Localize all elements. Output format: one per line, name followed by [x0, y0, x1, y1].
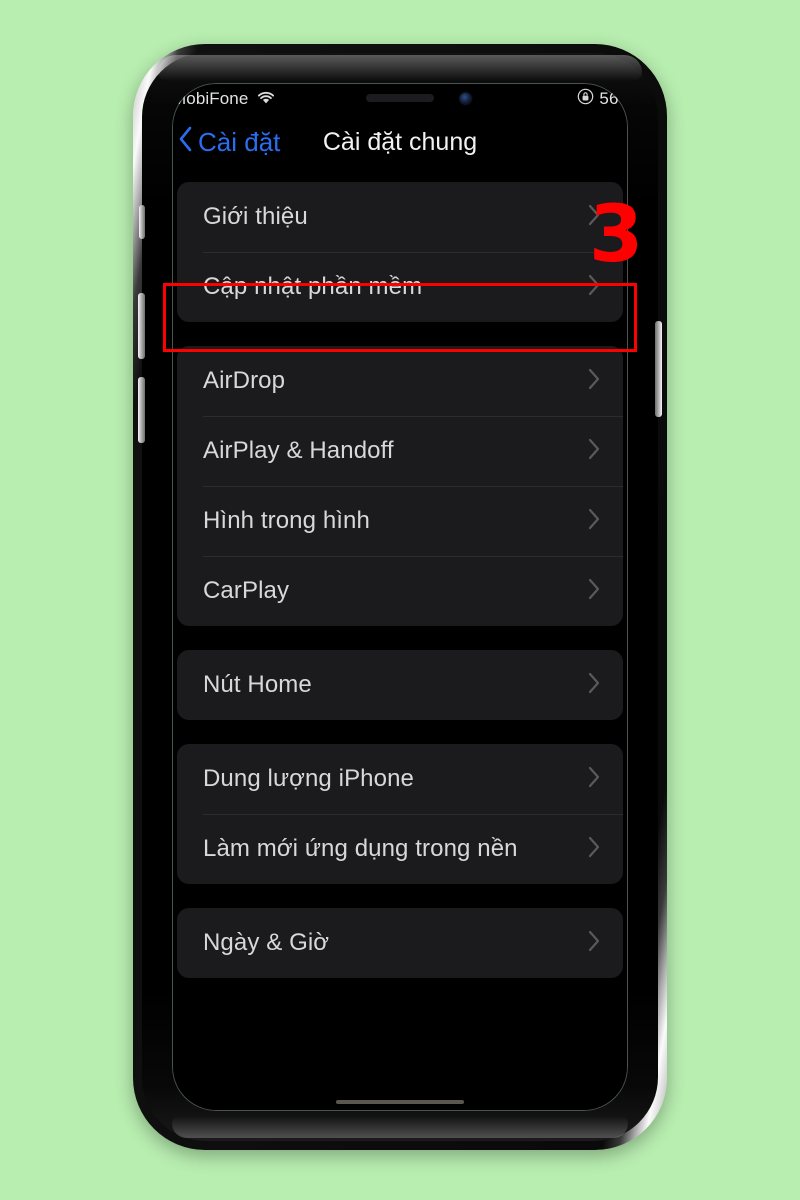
list-item[interactable]: Hình trong hình [177, 486, 623, 556]
bezel-gloss-top [158, 55, 642, 81]
group-gap [172, 884, 628, 908]
list-item-label: AirPlay & Handoff [203, 437, 394, 464]
group-sharing: AirDrop AirPlay & Handoff Hình trong hình C… [177, 346, 623, 626]
power-button[interactable] [655, 321, 662, 417]
bezel-gloss-bottom [172, 1116, 628, 1138]
group-home-button: Nút Home [177, 650, 623, 720]
settings-list[interactable]: Giới thiệu Cập nhật phần mềm AirDrop AirPla… [172, 169, 628, 1111]
chevron-right-icon [588, 672, 601, 699]
home-indicator[interactable] [336, 1100, 464, 1104]
list-item-label: Làm mới ứng dụng trong nền [203, 835, 518, 862]
battery-percentage-label: 56% [599, 89, 628, 108]
list-item-label: Hình trong hình [203, 507, 370, 534]
list-item[interactable]: Dung lượng iPhone [177, 744, 623, 814]
earpiece-speaker [366, 94, 434, 102]
volume-up-button[interactable] [138, 293, 145, 359]
list-item[interactable]: AirDrop [177, 346, 623, 416]
chevron-left-icon [178, 126, 193, 159]
status-bar-right: 56% [577, 88, 628, 110]
list-item[interactable]: Cập nhật phần mềm [177, 252, 623, 322]
chevron-right-icon [588, 508, 601, 535]
front-camera-icon [460, 93, 471, 104]
list-item-label: Dung lượng iPhone [203, 765, 414, 792]
group-gap [172, 720, 628, 744]
status-bar-left: MobiFone [172, 89, 277, 110]
display-notch [291, 83, 509, 115]
navigation-bar: Cài đặt Cài đặt chung [172, 115, 628, 169]
chevron-right-icon [588, 836, 601, 863]
list-item-label: AirDrop [203, 367, 286, 394]
chevron-right-icon [588, 368, 601, 395]
chevron-right-icon [588, 766, 601, 793]
phone-screen: MobiFone 56 Cài đặt Cài đặt chung Giới t… [172, 83, 628, 1111]
list-item[interactable]: Nút Home [177, 650, 623, 720]
chevron-right-icon [588, 274, 601, 301]
carrier-label: MobiFone [172, 89, 249, 108]
list-item[interactable]: Giới thiệu [177, 182, 623, 252]
chevron-right-icon [588, 438, 601, 465]
group-storage: Dung lượng iPhone Làm mới ứng dụng trong … [177, 744, 623, 884]
list-item-label: Cập nhật phần mềm [203, 273, 423, 300]
list-top-gap [172, 169, 628, 182]
phone-inner-bezel: MobiFone 56 Cài đặt Cài đặt chung Giới t… [138, 53, 662, 1141]
mute-switch-button[interactable] [139, 205, 145, 239]
group-gap [172, 626, 628, 650]
volume-down-button[interactable] [138, 377, 145, 443]
phone-device-frame: MobiFone 56 Cài đặt Cài đặt chung Giới t… [133, 44, 667, 1150]
list-item[interactable]: AirPlay & Handoff [177, 416, 623, 486]
group-datetime: Ngày & Giờ [177, 908, 623, 978]
chevron-right-icon [588, 578, 601, 605]
list-item[interactable]: Làm mới ứng dụng trong nền [177, 814, 623, 884]
list-item[interactable]: CarPlay [177, 556, 623, 626]
wifi-icon [255, 89, 277, 110]
list-item-label: Giới thiệu [203, 203, 308, 230]
list-item-label: Nút Home [203, 671, 312, 698]
group-about: Giới thiệu Cập nhật phần mềm [177, 182, 623, 322]
chevron-right-icon [588, 204, 601, 231]
list-item-label: CarPlay [203, 577, 290, 604]
group-gap [172, 322, 628, 346]
screenshot-canvas: MobiFone 56 Cài đặt Cài đặt chung Giới t… [0, 0, 800, 1200]
back-button[interactable]: Cài đặt [172, 125, 280, 159]
chevron-right-icon [588, 930, 601, 957]
back-button-label: Cài đặt [198, 126, 281, 157]
lock-icon [577, 88, 594, 110]
list-item-label: Ngày & Giờ [203, 929, 330, 956]
list-item[interactable]: Ngày & Giờ [177, 908, 623, 978]
